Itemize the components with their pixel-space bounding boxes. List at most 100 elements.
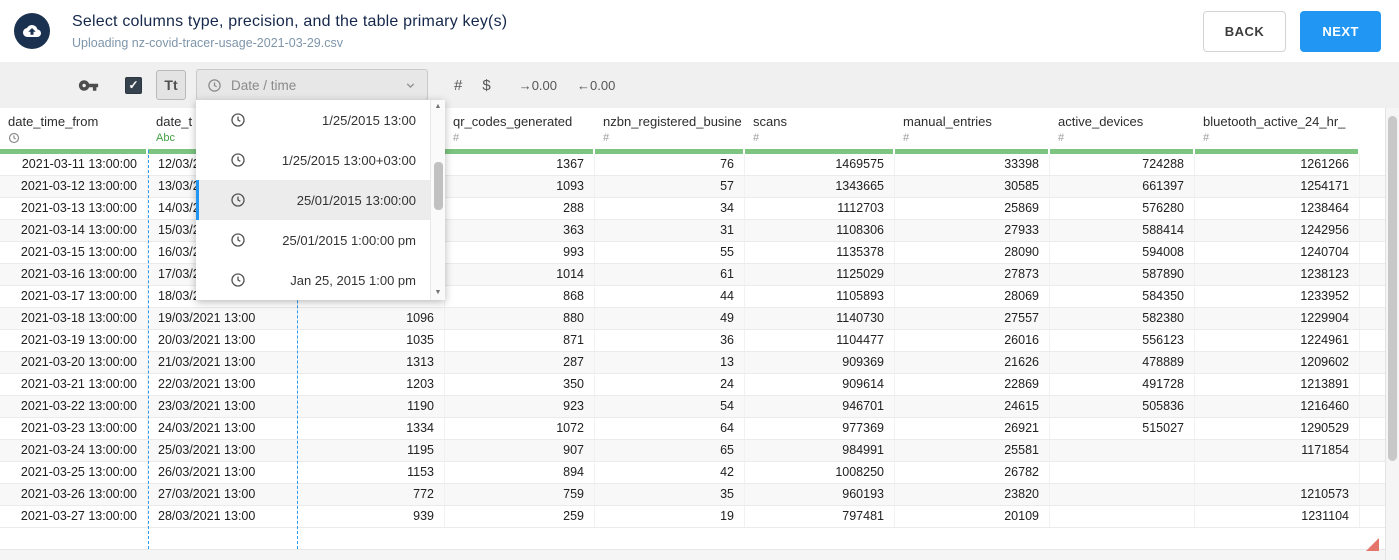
table-cell[interactable]: 2021-03-11 13:00:00	[0, 154, 148, 175]
dropdown-scrollbar-thumb[interactable]	[433, 162, 443, 210]
table-cell[interactable]: 1216460	[1195, 396, 1360, 417]
table-cell[interactable]: 28069	[895, 286, 1050, 307]
table-cell[interactable]: 27557	[895, 308, 1050, 329]
scroll-down-icon[interactable]: ▼	[435, 288, 442, 298]
table-cell[interactable]: 984991	[745, 440, 895, 461]
vertical-scrollbar-thumb[interactable]	[1388, 116, 1397, 461]
decrease-decimal-button[interactable]: ←0.00	[577, 78, 615, 93]
table-cell[interactable]: 582380	[1050, 308, 1195, 329]
table-cell[interactable]: 65	[595, 440, 745, 461]
currency-type-button[interactable]: $	[482, 77, 490, 94]
table-cell[interactable]: 28090	[895, 242, 1050, 263]
table-cell[interactable]: 30585	[895, 176, 1050, 197]
table-cell[interactable]: 2021-03-21 13:00:00	[0, 374, 148, 395]
primary-key-button[interactable]	[78, 75, 99, 96]
table-cell[interactable]: 22/03/2021 13:00	[148, 374, 298, 395]
table-cell[interactable]: 939	[298, 506, 445, 527]
table-cell[interactable]: 31	[595, 220, 745, 241]
table-row[interactable]: 2021-03-24 13:00:00 25/03/2021 13:00 1195 9…	[0, 440, 1399, 462]
table-cell[interactable]: 1334	[298, 418, 445, 439]
table-cell[interactable]: 1229904	[1195, 308, 1360, 329]
table-cell[interactable]: 259	[445, 506, 595, 527]
table-cell[interactable]: 907	[445, 440, 595, 461]
table-cell[interactable]: 868	[445, 286, 595, 307]
table-cell[interactable]: 2021-03-19 13:00:00	[0, 330, 148, 351]
table-cell[interactable]: 1238464	[1195, 198, 1360, 219]
table-cell[interactable]: 34	[595, 198, 745, 219]
table-cell[interactable]: 26921	[895, 418, 1050, 439]
table-cell[interactable]: 1112703	[745, 198, 895, 219]
table-cell[interactable]: 2021-03-25 13:00:00	[0, 462, 148, 483]
table-cell[interactable]: 588414	[1050, 220, 1195, 241]
table-cell[interactable]: 1171854	[1195, 440, 1360, 461]
table-row[interactable]: 2021-03-21 13:00:00 22/03/2021 13:00 1203 3…	[0, 374, 1399, 396]
table-cell[interactable]: 993	[445, 242, 595, 263]
table-cell[interactable]	[1050, 440, 1195, 461]
table-cell[interactable]: 25581	[895, 440, 1050, 461]
scroll-up-icon[interactable]: ▲	[435, 102, 442, 112]
table-cell[interactable]: 2021-03-16 13:00:00	[0, 264, 148, 285]
table-cell[interactable]	[1050, 506, 1195, 527]
table-cell[interactable]: 49	[595, 308, 745, 329]
table-cell[interactable]: 2021-03-24 13:00:00	[0, 440, 148, 461]
table-cell[interactable]: 26016	[895, 330, 1050, 351]
table-cell[interactable]: 13	[595, 352, 745, 373]
table-cell[interactable]: 28/03/2021 13:00	[148, 506, 298, 527]
table-cell[interactable]: 909614	[745, 374, 895, 395]
table-cell[interactable]: 1035	[298, 330, 445, 351]
table-cell[interactable]: 26/03/2021 13:00	[148, 462, 298, 483]
table-cell[interactable]: 25869	[895, 198, 1050, 219]
table-cell[interactable]: 1108306	[745, 220, 895, 241]
table-cell[interactable]: 2021-03-12 13:00:00	[0, 176, 148, 197]
table-cell[interactable]: 1209602	[1195, 352, 1360, 373]
table-row[interactable]: 2021-03-19 13:00:00 20/03/2021 13:00 1035 8…	[0, 330, 1399, 352]
dropdown-scrollbar[interactable]: ▲ ▼	[430, 100, 445, 300]
table-cell[interactable]: 946701	[745, 396, 895, 417]
table-cell[interactable]: 1469575	[745, 154, 895, 175]
table-row[interactable]: 2021-03-22 13:00:00 23/03/2021 13:00 1190 9…	[0, 396, 1399, 418]
table-cell[interactable]: 35	[595, 484, 745, 505]
table-cell[interactable]: 19/03/2021 13:00	[148, 308, 298, 329]
number-type-button[interactable]: #	[454, 77, 462, 94]
table-cell[interactable]: 42	[595, 462, 745, 483]
table-cell[interactable]: 20109	[895, 506, 1050, 527]
table-cell[interactable]: 2021-03-14 13:00:00	[0, 220, 148, 241]
table-row[interactable]: 2021-03-26 13:00:00 27/03/2021 13:00 772 75…	[0, 484, 1399, 506]
table-cell[interactable]: 26782	[895, 462, 1050, 483]
table-cell[interactable]: 1125029	[745, 264, 895, 285]
column-header-active_devices[interactable]: active_devices #	[1050, 112, 1195, 147]
table-cell[interactable]: 977369	[745, 418, 895, 439]
table-cell[interactable]: 2021-03-17 13:00:00	[0, 286, 148, 307]
table-cell[interactable]: 55	[595, 242, 745, 263]
table-cell[interactable]: 20/03/2021 13:00	[148, 330, 298, 351]
table-cell[interactable]	[1195, 462, 1360, 483]
column-header-scans[interactable]: scans #	[745, 112, 895, 147]
table-row[interactable]: 2021-03-23 13:00:00 24/03/2021 13:00 1334 1…	[0, 418, 1399, 440]
table-cell[interactable]: 909369	[745, 352, 895, 373]
table-cell[interactable]: 1190	[298, 396, 445, 417]
table-cell[interactable]: 871	[445, 330, 595, 351]
table-cell[interactable]: 2021-03-18 13:00:00	[0, 308, 148, 329]
table-cell[interactable]: 661397	[1050, 176, 1195, 197]
table-cell[interactable]: 1096	[298, 308, 445, 329]
table-cell[interactable]	[1050, 484, 1195, 505]
table-cell[interactable]: 61	[595, 264, 745, 285]
table-cell[interactable]: 2021-03-26 13:00:00	[0, 484, 148, 505]
table-cell[interactable]: 515027	[1050, 418, 1195, 439]
table-cell[interactable]: 23/03/2021 13:00	[148, 396, 298, 417]
table-cell[interactable]: 363	[445, 220, 595, 241]
table-cell[interactable]: 491728	[1050, 374, 1195, 395]
format-dropdown-item[interactable]: 25/01/2015 13:00:00	[196, 180, 430, 220]
table-row[interactable]: 2021-03-20 13:00:00 21/03/2021 13:00 1313 2…	[0, 352, 1399, 374]
table-cell[interactable]: 584350	[1050, 286, 1195, 307]
table-cell[interactable]: 894	[445, 462, 595, 483]
table-cell[interactable]: 24/03/2021 13:00	[148, 418, 298, 439]
format-dropdown-item[interactable]: Jan 25, 2015 1:00 pm	[196, 260, 430, 300]
column-header-nzbn_registered_busine[interactable]: nzbn_registered_busine #	[595, 112, 745, 147]
table-cell[interactable]: 2021-03-20 13:00:00	[0, 352, 148, 373]
table-cell[interactable]: 1238123	[1195, 264, 1360, 285]
table-cell[interactable]: 1224961	[1195, 330, 1360, 351]
table-cell[interactable]: 1093	[445, 176, 595, 197]
table-cell[interactable]: 27933	[895, 220, 1050, 241]
table-cell[interactable]: 24	[595, 374, 745, 395]
